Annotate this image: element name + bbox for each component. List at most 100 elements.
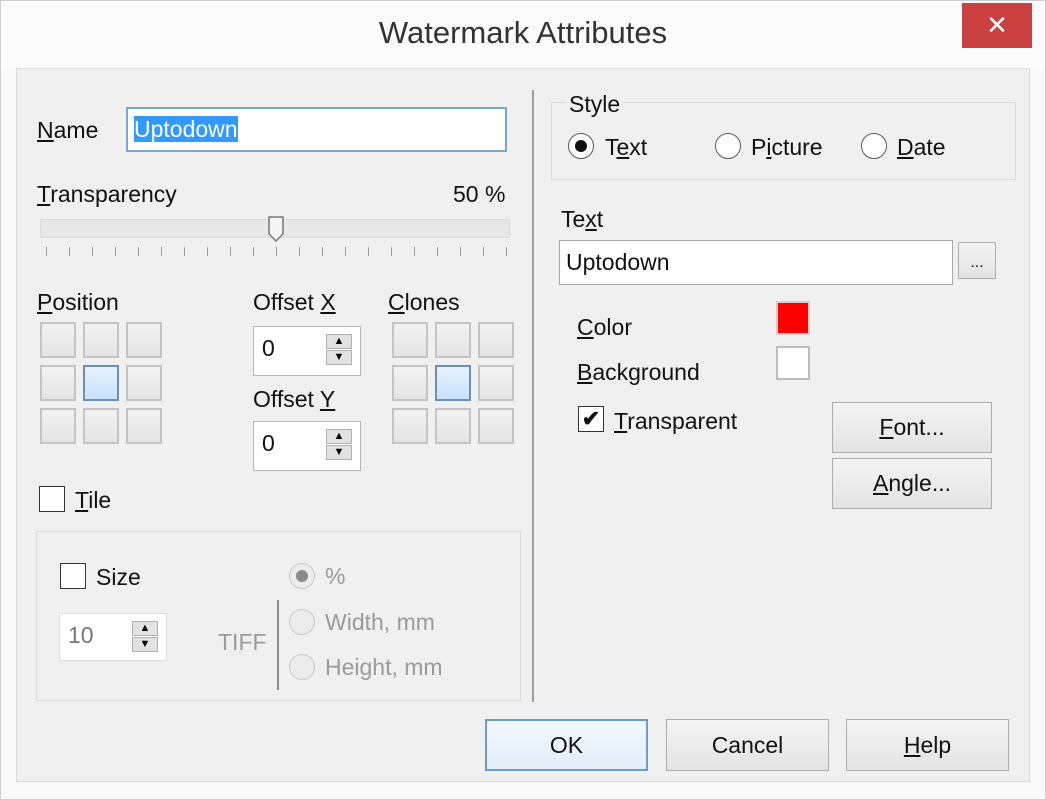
transparent-checkbox[interactable]: ✔ [578,406,604,432]
offset-y-label: Offset Y [253,386,336,412]
clones-label: Clones [388,289,460,315]
slider-tick [207,247,208,256]
offset-x-up-button[interactable]: ▲ [326,334,352,349]
clones-cell-top-left[interactable] [392,322,428,358]
offset-x-stepper[interactable]: 0 ▲ ▼ [253,326,361,376]
slider-tick [138,247,139,256]
offset-y-value: 0 [262,430,275,456]
offset-y-down-button[interactable]: ▼ [326,445,352,460]
position-cell-center[interactable] [83,365,119,401]
size-stepper[interactable]: 10 ▲ ▼ [59,613,167,661]
angle-button-label: Angle... [873,470,951,496]
tile-checkbox[interactable] [39,486,65,512]
slider-tick [391,247,392,256]
slider-tick [46,247,47,256]
size-up-button[interactable]: ▲ [132,621,158,636]
slider-tick [69,247,70,256]
color-label: Color [577,314,632,340]
position-cell-bottom-left[interactable] [40,408,76,444]
position-label: Position [37,289,119,315]
name-input[interactable]: Uptodown [126,107,507,152]
clones-cell-top-center[interactable] [435,322,471,358]
offset-y-up-button[interactable]: ▲ [326,429,352,444]
slider-tick [92,247,93,256]
position-cell-top-left[interactable] [40,322,76,358]
unit-radio-percent[interactable] [289,563,315,589]
offset-x-label: Offset X [253,289,336,315]
tiff-label: TIFF [218,629,267,655]
slider-tick [184,247,185,256]
style-radio-picture[interactable] [715,133,741,159]
title-bar: Watermark Attributes ✕ [1,1,1045,69]
watermark-text-value: Uptodown [566,249,670,275]
size-down-button[interactable]: ▼ [132,637,158,652]
slider-tick [414,247,415,256]
transparent-label: Transparent [614,408,738,434]
ok-button[interactable]: OK [485,719,648,771]
arrow-up-icon: ▲ [139,622,151,634]
style-group-label: Style [567,91,623,118]
transparency-slider-thumb[interactable] [268,216,284,242]
slider-tick [483,247,484,256]
font-button-label: Font... [879,414,945,440]
cancel-button[interactable]: Cancel [666,719,829,771]
clones-cell-middle-left[interactable] [392,365,428,401]
clones-cell-center[interactable] [435,365,471,401]
transparency-label: Transparency [37,181,177,207]
style-radio-text[interactable] [568,133,594,159]
font-button[interactable]: Font... [832,402,992,453]
transparency-value: 50 % [453,181,506,207]
slider-tick [299,247,300,256]
color-swatch[interactable] [776,301,810,335]
background-label: Background [577,359,700,385]
slider-tick [161,247,162,256]
style-radio-date[interactable] [861,133,887,159]
unit-label-percent: % [325,563,346,589]
clones-cell-bottom-center[interactable] [435,408,471,444]
position-cell-middle-left[interactable] [40,365,76,401]
offset-x-down-button[interactable]: ▼ [326,350,352,365]
position-cell-top-center[interactable] [83,322,119,358]
help-button-label: Help [903,731,952,758]
offset-y-stepper[interactable]: 0 ▲ ▼ [253,421,361,471]
name-label: Name [37,117,99,143]
text-label: Text [561,206,604,232]
slider-tick [276,247,277,256]
angle-button[interactable]: Angle... [832,458,992,509]
position-cell-bottom-center[interactable] [83,408,119,444]
cancel-button-label: Cancel [711,731,784,758]
unit-radio-height[interactable] [289,654,315,680]
slider-tick [322,247,323,256]
slider-tick [230,247,231,256]
style-label-date: Date [897,134,946,160]
clones-cell-middle-right[interactable] [478,365,514,401]
position-cell-bottom-right[interactable] [126,408,162,444]
checkmark-icon: ✔ [581,406,601,431]
clones-cell-bottom-left[interactable] [392,408,428,444]
close-button[interactable]: ✕ [962,3,1032,48]
slider-tick [437,247,438,256]
slider-tick [506,247,507,256]
clones-cell-bottom-right[interactable] [478,408,514,444]
position-cell-middle-right[interactable] [126,365,162,401]
arrow-up-icon: ▲ [333,430,345,442]
unit-radio-width[interactable] [289,609,315,635]
ok-button-label: OK [549,731,584,758]
slider-tick [115,247,116,256]
arrow-down-icon: ▼ [139,638,151,650]
watermark-text-input[interactable]: Uptodown [559,240,953,285]
size-label: Size [96,564,141,590]
position-cell-top-right[interactable] [126,322,162,358]
dialog-title: Watermark Attributes [378,15,668,50]
clones-cell-top-right[interactable] [478,322,514,358]
style-label-picture: Picture [751,134,823,160]
unit-label-width: Width, mm [325,609,435,635]
help-button[interactable]: Help [846,719,1009,771]
slider-tick [368,247,369,256]
size-checkbox[interactable] [60,563,86,589]
browse-text-button[interactable]: ... [958,242,996,279]
size-value: 10 [68,622,94,648]
background-swatch[interactable] [776,346,810,380]
slider-ticks [46,247,507,259]
unit-label-height: Height, mm [325,654,443,680]
